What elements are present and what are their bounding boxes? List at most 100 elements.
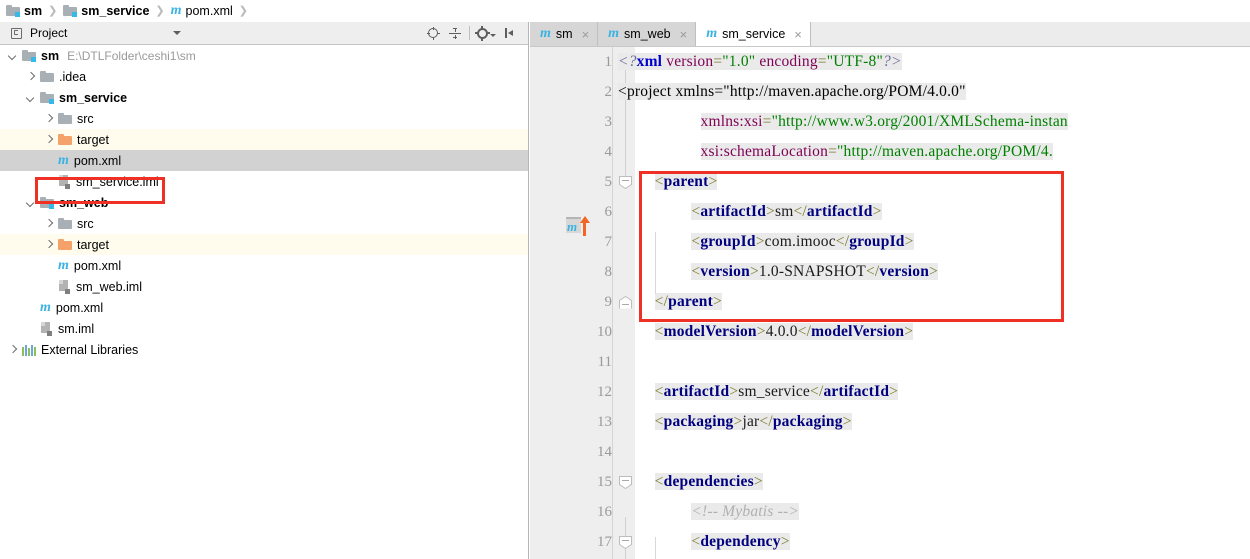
project-panel-title: Project xyxy=(30,26,68,40)
tree-arrow-placeholder xyxy=(43,176,54,187)
tree-row-icon: m xyxy=(40,300,51,314)
folder-orange-icon xyxy=(58,133,72,146)
editor-tab[interactable]: m sm × xyxy=(530,22,599,46)
tree-arrow-expanded-icon[interactable] xyxy=(25,197,36,208)
tree-arrow-collapsed-icon[interactable] xyxy=(43,218,54,229)
tree-row-icon xyxy=(22,344,36,356)
iml-file-icon xyxy=(58,279,71,294)
breadcrumb-separator xyxy=(155,3,164,19)
tree-row[interactable]: sm_service.iml xyxy=(0,171,528,192)
tree-row[interactable]: sm E:\DTLFolder\ceshi1\sm xyxy=(0,45,528,66)
line-number: 5 xyxy=(604,174,613,190)
idea-window: sm sm_service m pom.xml Project xyxy=(0,0,1250,559)
tree-row-icon xyxy=(40,196,54,209)
chevron-down-icon xyxy=(490,33,496,37)
breadcrumb-label: pom.xml xyxy=(185,4,233,18)
project-tree[interactable]: sm E:\DTLFolder\ceshi1\sm .idea sm_service s… xyxy=(0,45,528,559)
line-number: 14 xyxy=(597,444,612,460)
gear-icon xyxy=(474,25,490,41)
code-line[interactable]: <dependency> xyxy=(691,527,790,557)
chevron-down-icon[interactable] xyxy=(173,31,182,35)
tree-arrow-expanded-icon[interactable] xyxy=(25,92,36,103)
code-line[interactable]: <?xml version="1.0" encoding="UTF-8"?> xyxy=(618,47,902,77)
line-number: 10 xyxy=(597,324,612,340)
code-text-area[interactable]: <?xml version="1.0" encoding="UTF-8"?> <p… xyxy=(618,47,1250,559)
tree-arrow-collapsed-icon[interactable] xyxy=(43,239,54,250)
code-line[interactable]: <dependencies> xyxy=(654,467,763,497)
collapse-all-icon xyxy=(449,27,462,40)
tree-row-label: sm xyxy=(41,48,60,63)
tree-row[interactable]: .idea xyxy=(0,66,528,87)
project-panel-tool-buttons xyxy=(422,22,528,44)
project-panel-title-group[interactable]: Project xyxy=(0,26,67,40)
indent-guide xyxy=(654,537,656,559)
code-line[interactable]: <packaging>jar</packaging> xyxy=(654,407,852,437)
tree-row[interactable]: m pom.xml xyxy=(0,297,528,318)
tree-row[interactable]: target xyxy=(0,234,528,255)
line-number: 11 xyxy=(597,354,612,370)
tree-row[interactable]: m pom.xml xyxy=(0,150,528,171)
tree-arrow-collapsed-icon[interactable] xyxy=(25,71,36,82)
tree-row-label: pom.xml xyxy=(73,258,122,273)
tree-row-icon xyxy=(58,238,72,251)
breadcrumb: sm sm_service m pom.xml xyxy=(0,0,1250,22)
close-icon[interactable]: × xyxy=(680,28,688,41)
maven-icon: m xyxy=(706,26,718,41)
collapse-all-button[interactable] xyxy=(444,22,466,44)
code-line[interactable]: <modelVersion>4.0.0</modelVersion> xyxy=(654,317,914,347)
breadcrumb-item-pom-xml[interactable]: m pom.xml xyxy=(171,4,233,19)
tree-row[interactable]: src xyxy=(0,108,528,129)
tree-row-label: External Libraries xyxy=(41,342,139,357)
editor-tab[interactable]: m sm_web × xyxy=(598,22,697,46)
editor-gutter[interactable]: 1 2 3 4 5 6 7 8 9 10 11 12 13 14 15 16 17 xyxy=(530,47,612,559)
tree-row[interactable]: External Libraries xyxy=(0,339,528,360)
code-line[interactable]: xsi:schemaLocation="http://maven.apache.… xyxy=(700,137,1053,167)
code-line[interactable]: <groupId>com.imooc</groupId> xyxy=(691,227,914,257)
tree-row[interactable]: m pom.xml xyxy=(0,255,528,276)
settings-button[interactable] xyxy=(473,22,499,44)
maven-icon: m xyxy=(608,26,620,41)
maven-icon: m xyxy=(540,26,551,41)
folder-icon xyxy=(58,112,72,125)
hide-panel-icon xyxy=(504,27,516,39)
breadcrumb-item-sm[interactable]: sm xyxy=(6,4,42,18)
tree-row-icon: m xyxy=(58,153,69,167)
tree-row[interactable]: sm_web xyxy=(0,192,528,213)
code-line[interactable]: <!-- Mybatis --> xyxy=(691,497,799,527)
maven-parent-nav-icon[interactable]: m xyxy=(566,216,592,239)
tree-row-label: pom.xml xyxy=(73,153,122,168)
tree-arrow-collapsed-icon[interactable] xyxy=(43,134,54,145)
hide-panel-button[interactable] xyxy=(499,22,521,44)
tree-row-label: src xyxy=(77,111,94,126)
tree-row-icon xyxy=(58,133,72,146)
iml-file-icon xyxy=(58,174,71,189)
tree-row[interactable]: sm_web.iml xyxy=(0,276,528,297)
tree-row[interactable]: target xyxy=(0,129,528,150)
tree-row[interactable]: src xyxy=(0,213,528,234)
editor-tab-label: sm_service xyxy=(722,27,786,41)
code-line[interactable]: </parent> xyxy=(654,287,722,317)
code-line[interactable]: <project xmlns="http://maven.apache.org/… xyxy=(618,77,966,107)
locate-file-button[interactable] xyxy=(422,22,444,44)
tree-row-label: sm_service.iml xyxy=(76,174,159,189)
code-line[interactable]: <artifactId>sm</artifactId> xyxy=(691,197,882,227)
close-icon[interactable]: × xyxy=(582,28,590,41)
tree-arrow-collapsed-icon[interactable] xyxy=(7,344,18,355)
close-icon[interactable]: × xyxy=(794,28,802,41)
code-line[interactable]: <version>1.0-SNAPSHOT</version> xyxy=(691,257,938,287)
tree-arrow-collapsed-icon[interactable] xyxy=(43,113,54,124)
breadcrumb-item-sm-service[interactable]: sm_service xyxy=(63,4,149,18)
code-line[interactable]: xmlns:xsi="http://www.w3.org/2001/XMLSch… xyxy=(700,107,1068,137)
line-number: 13 xyxy=(597,414,612,430)
tree-row[interactable]: sm_service xyxy=(0,87,528,108)
module-folder-icon xyxy=(22,49,36,62)
tree-arrow-expanded-icon[interactable] xyxy=(7,50,18,61)
code-line[interactable]: <artifactId>sm_service</artifactId> xyxy=(654,377,899,407)
tree-row[interactable]: sm.iml xyxy=(0,318,528,339)
tree-arrow-placeholder xyxy=(43,281,54,292)
editor-tab-label: sm xyxy=(555,27,573,41)
code-editor[interactable]: 1 2 3 4 5 6 7 8 9 10 11 12 13 14 15 16 17 <?xml version=… xyxy=(530,47,1250,559)
code-line[interactable]: <parent> xyxy=(654,167,718,197)
editor-tabs: m sm × m sm_web × m sm_service × xyxy=(530,22,1250,47)
editor-tab[interactable]: m sm_service × xyxy=(696,22,811,46)
